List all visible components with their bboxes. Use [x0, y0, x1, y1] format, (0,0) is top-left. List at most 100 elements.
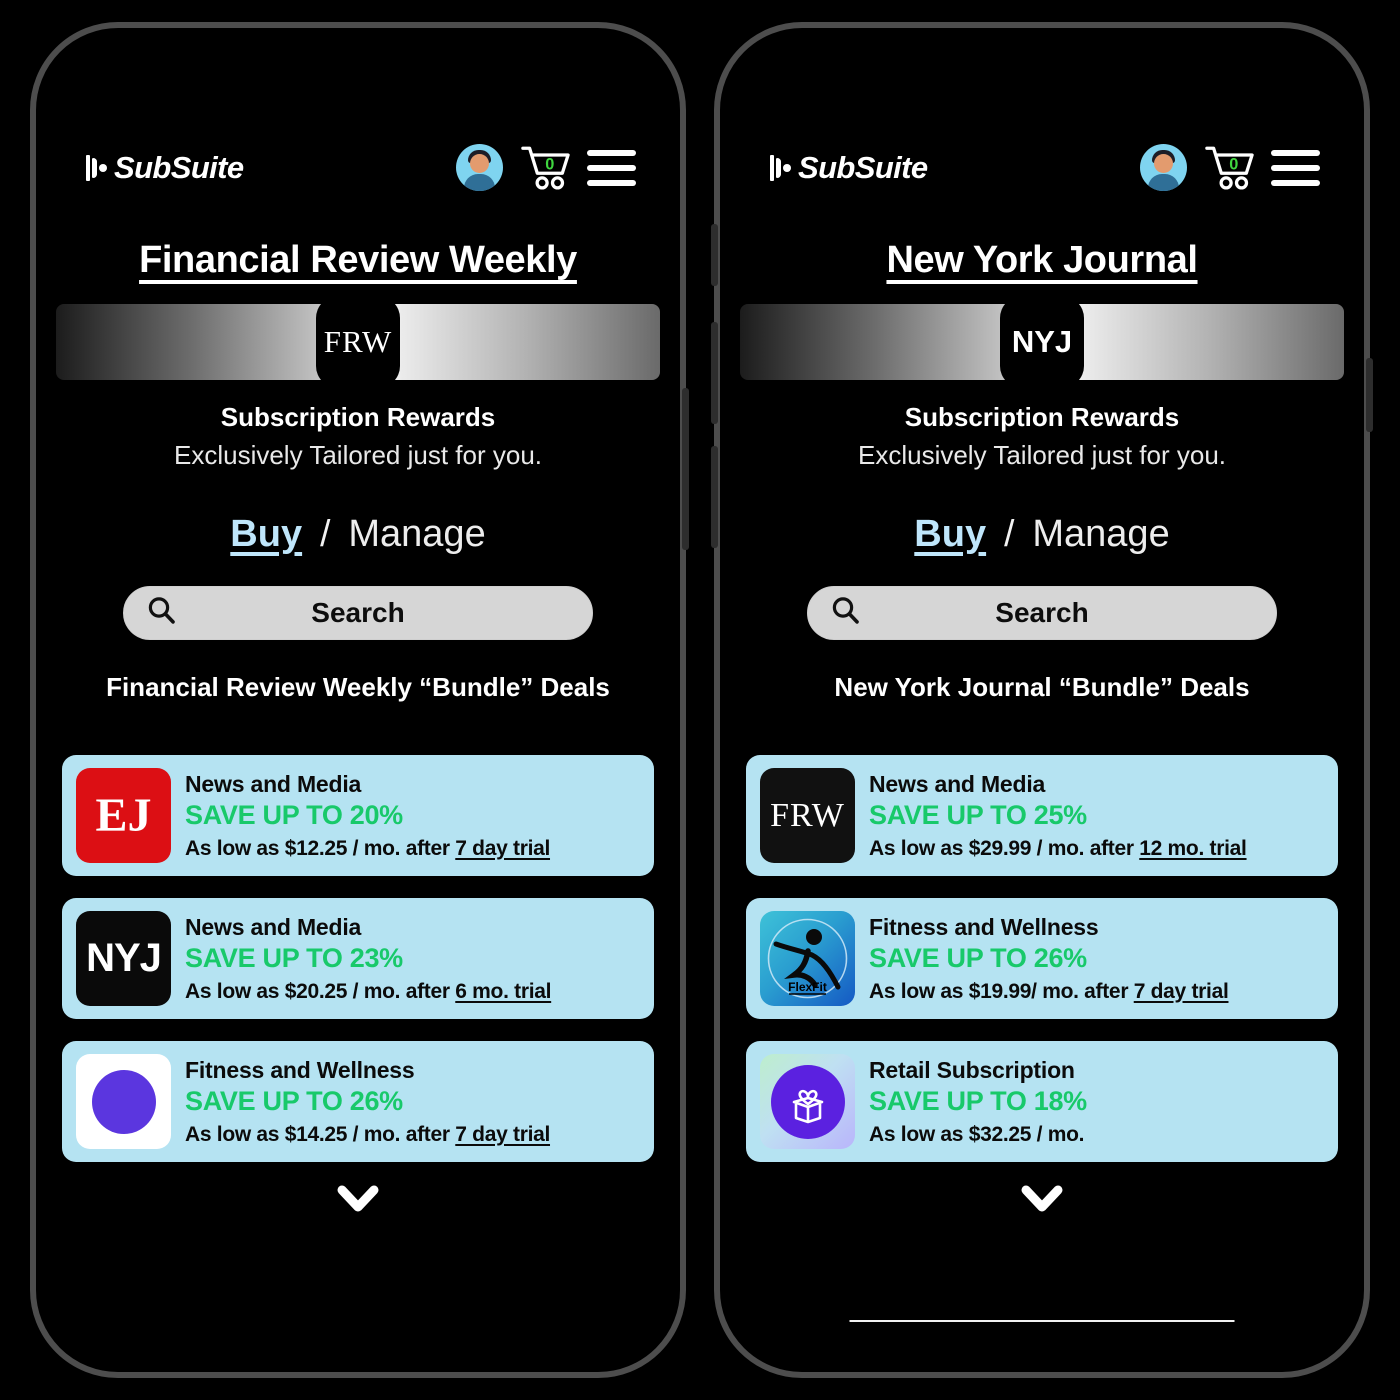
- buy-manage-tabs: Buy / Manage: [728, 513, 1356, 556]
- deals-heading: New York Journal “Bundle” Deals: [834, 672, 1250, 702]
- deal-savings: SAVE UP TO 26%: [185, 1085, 403, 1116]
- user-avatar-icon[interactable]: [456, 144, 503, 191]
- power-button[interactable]: [1366, 358, 1373, 432]
- tab-buy[interactable]: Buy: [914, 513, 986, 556]
- deal-savings: SAVE UP TO 20%: [185, 799, 403, 830]
- tab-manage[interactable]: Manage: [348, 513, 485, 556]
- power-button[interactable]: [682, 388, 689, 550]
- mute-switch[interactable]: [711, 224, 718, 286]
- deal-price-text: As low as $29.99 / mo. after: [869, 836, 1140, 860]
- deal-savings: SAVE UP TO 18%: [869, 1085, 1087, 1116]
- deal-body: Retail Subscription SAVE UP TO 18% As lo…: [869, 1057, 1324, 1147]
- deals-heading: Financial Review Weekly “Bundle” Deals: [106, 672, 610, 702]
- deal-category: News and Media: [185, 913, 362, 940]
- dual-phone-mockup: SubSuite 0 Financial Review Weekly FRW S…: [0, 0, 1400, 1400]
- deal-body: Fitness and Wellness SAVE UP TO 26% As l…: [185, 1057, 640, 1147]
- user-avatar-icon[interactable]: [1140, 144, 1187, 191]
- publication-title: Financial Review Weekly: [139, 239, 577, 281]
- svg-text:0: 0: [1229, 155, 1238, 173]
- search-placeholder: Search: [311, 597, 405, 628]
- tab-buy[interactable]: Buy: [230, 513, 302, 556]
- deal-price-text: As low as $14.25 / mo. after: [185, 1122, 456, 1146]
- phone-screen-right: SubSuite 0 New York Journal NYJ Subscrip…: [728, 36, 1356, 1364]
- deal-category: News and Media: [185, 770, 362, 797]
- svg-text:FlexFit: FlexFit: [788, 980, 827, 994]
- publisher-logo-purple-dot: [76, 1054, 171, 1149]
- shopping-cart-icon[interactable]: 0: [1204, 144, 1254, 191]
- publication-banner: FRW: [56, 296, 660, 388]
- deal-trial-term[interactable]: 6 mo. trial: [455, 980, 551, 1003]
- search-input[interactable]: Search: [807, 586, 1277, 640]
- subsuite-logo-icon: [770, 154, 792, 182]
- hamburger-menu-icon[interactable]: [1271, 149, 1320, 186]
- deal-card[interactable]: Retail Subscription SAVE UP TO 18% As lo…: [746, 1041, 1338, 1162]
- deal-price: As low as $12.25 / mo. after 7 day trial: [185, 837, 640, 861]
- rewards-title: Subscription Rewards: [220, 402, 496, 432]
- deal-price: As low as $14.25 / mo. after 7 day trial: [185, 1123, 640, 1147]
- rewards-title: Subscription Rewards: [904, 402, 1180, 432]
- brand-name: SubSuite: [798, 149, 928, 185]
- deal-savings: SAVE UP TO 23%: [185, 942, 403, 973]
- scroll-down-chevron[interactable]: [44, 1184, 672, 1214]
- deal-price: As low as $19.99/ mo. after 7 day trial: [869, 980, 1324, 1004]
- publication-badge: NYJ: [1000, 296, 1084, 388]
- publisher-logo-retail: [760, 1054, 855, 1149]
- rewards-subtitle: Exclusively Tailored just for you.: [173, 440, 542, 470]
- publisher-logo-ej: EJ: [76, 768, 171, 863]
- header-icon-group: 0: [1140, 144, 1320, 191]
- deal-trial-term[interactable]: 7 day trial: [455, 837, 550, 860]
- deal-body: News and Media SAVE UP TO 25% As low as …: [869, 771, 1324, 861]
- purple-circle-icon: [91, 1069, 156, 1134]
- tab-manage[interactable]: Manage: [1032, 513, 1169, 556]
- deal-price-text: As low as $32.25 / mo.: [869, 1122, 1085, 1146]
- brand-name: SubSuite: [114, 149, 244, 185]
- deal-list: FRW News and Media SAVE UP TO 25% As low…: [728, 755, 1356, 1162]
- publication-banner: NYJ: [740, 296, 1344, 388]
- hamburger-menu-icon[interactable]: [587, 149, 636, 186]
- deal-card[interactable]: EJ News and Media SAVE UP TO 20% As low …: [62, 755, 654, 876]
- app-header: SubSuite 0: [728, 36, 1356, 191]
- deal-card[interactable]: FlexFit Fitness and Wellness SAVE UP TO …: [746, 898, 1338, 1019]
- deal-trial-term[interactable]: 7 day trial: [1134, 980, 1229, 1003]
- brand-logo[interactable]: SubSuite: [770, 150, 928, 186]
- publisher-logo-frw: FRW: [760, 768, 855, 863]
- deal-trial-term[interactable]: 12 mo. trial: [1139, 837, 1247, 860]
- deal-savings: SAVE UP TO 26%: [869, 942, 1087, 973]
- search-placeholder: Search: [995, 597, 1089, 628]
- deal-price-text: As low as $20.25 / mo. after: [185, 979, 456, 1003]
- buy-manage-tabs: Buy / Manage: [44, 513, 672, 556]
- deal-price: As low as $20.25 / mo. after 6 mo. trial: [185, 980, 640, 1004]
- search-input[interactable]: Search: [123, 586, 593, 640]
- deal-body: News and Media SAVE UP TO 23% As low as …: [185, 914, 640, 1004]
- deal-category: Retail Subscription: [869, 1056, 1075, 1083]
- deal-card[interactable]: Fitness and Wellness SAVE UP TO 26% As l…: [62, 1041, 654, 1162]
- publication-badge: FRW: [316, 296, 400, 388]
- rewards-subtitle: Exclusively Tailored just for you.: [857, 440, 1226, 470]
- deal-card[interactable]: NYJ News and Media SAVE UP TO 23% As low…: [62, 898, 654, 1019]
- deal-card[interactable]: FRW News and Media SAVE UP TO 25% As low…: [746, 755, 1338, 876]
- brand-logo[interactable]: SubSuite: [86, 150, 244, 186]
- home-indicator: [849, 1320, 1235, 1322]
- subsuite-logo-icon: [86, 154, 108, 182]
- phone-device-right: SubSuite 0 New York Journal NYJ Subscrip…: [711, 22, 1373, 1378]
- svg-text:0: 0: [545, 155, 554, 173]
- deal-body: Fitness and Wellness SAVE UP TO 26% As l…: [869, 914, 1324, 1004]
- deal-category: Fitness and Wellness: [185, 1056, 415, 1083]
- search-icon: [830, 595, 862, 632]
- phone-screen-left: SubSuite 0 Financial Review Weekly FRW S…: [44, 36, 672, 1364]
- phone-device-left: SubSuite 0 Financial Review Weekly FRW S…: [30, 22, 689, 1378]
- volume-down-button[interactable]: [711, 446, 718, 548]
- scroll-down-chevron[interactable]: [728, 1184, 1356, 1214]
- app-header: SubSuite 0: [44, 36, 672, 191]
- search-icon: [146, 595, 178, 632]
- publisher-logo-flexfit: FlexFit: [760, 911, 855, 1006]
- volume-up-button[interactable]: [711, 322, 718, 424]
- publication-title: New York Journal: [886, 239, 1198, 281]
- deal-trial-term[interactable]: 7 day trial: [455, 1123, 550, 1146]
- shopping-cart-icon[interactable]: 0: [520, 144, 570, 191]
- deal-category: News and Media: [869, 770, 1046, 797]
- deal-savings: SAVE UP TO 25%: [869, 799, 1087, 830]
- deal-price: As low as $29.99 / mo. after 12 mo. tria…: [869, 837, 1324, 861]
- tab-separator: /: [1004, 513, 1015, 554]
- runner-icon: FlexFit: [767, 918, 848, 999]
